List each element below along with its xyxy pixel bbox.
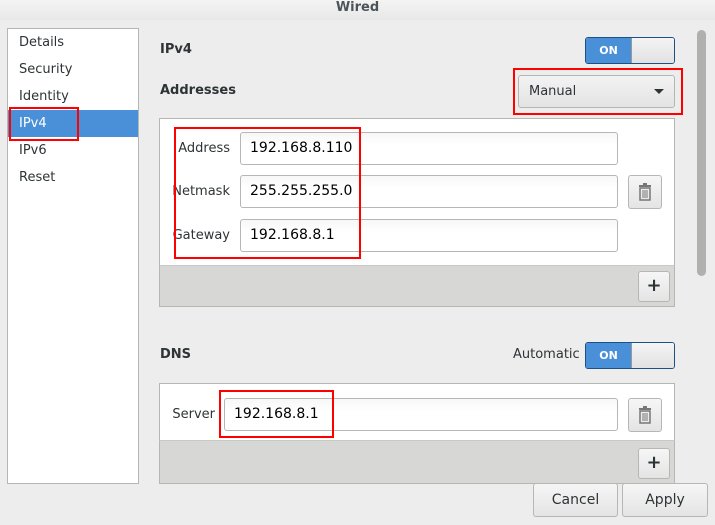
dns-automatic-label: Automatic (513, 347, 580, 362)
cancel-button[interactable]: Cancel (533, 483, 618, 517)
sidebar-item-reset[interactable]: Reset (8, 164, 138, 191)
sidebar-item-ipv6[interactable]: IPv6 (8, 137, 138, 164)
toggle-knob (631, 38, 674, 63)
ipv4-title: IPv4 (160, 42, 192, 57)
ipv4-toggle[interactable]: ON (585, 37, 675, 64)
add-address-button[interactable]: + (638, 271, 670, 302)
sidebar-item-identity[interactable]: Identity (8, 83, 138, 110)
dns-title: DNS (160, 347, 192, 362)
highlight-box-ipv4 (9, 107, 79, 141)
trash-icon (639, 406, 651, 424)
scrollbar[interactable] (697, 30, 706, 276)
sidebar: Details Security Identity IPv4 IPv6 Rese… (7, 28, 139, 484)
delete-address-button[interactable] (628, 175, 662, 209)
toggle-knob (631, 343, 674, 368)
window-title: Wired (335, 0, 380, 15)
dns-automatic-toggle[interactable]: ON (585, 342, 675, 369)
highlight-box-address (174, 127, 361, 259)
addresses-title: Addresses (160, 83, 236, 98)
server-label: Server (172, 407, 215, 422)
dns-toggle-label: ON (586, 343, 631, 368)
trash-icon (639, 183, 651, 201)
add-dns-button[interactable]: + (638, 448, 670, 479)
highlight-box-dns (219, 390, 334, 438)
dns-footer (159, 440, 675, 484)
delete-dns-button[interactable] (628, 398, 662, 432)
title-bar: Wired (0, 0, 715, 20)
addresses-footer (159, 265, 675, 307)
ipv4-toggle-label: ON (586, 38, 631, 63)
highlight-box-method (513, 68, 683, 115)
sidebar-item-details[interactable]: Details (8, 29, 138, 56)
apply-button[interactable]: Apply (622, 483, 708, 517)
sidebar-item-security[interactable]: Security (8, 56, 138, 83)
